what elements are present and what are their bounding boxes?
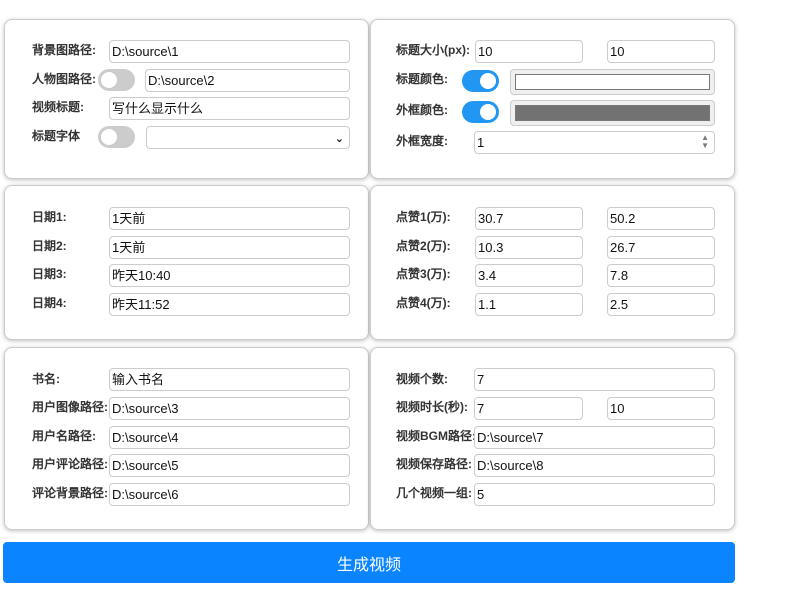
date-label: 日期3: [32, 267, 67, 281]
border-color-toggle[interactable] [462, 101, 499, 123]
border-color-label: 外框颜色: [396, 103, 448, 117]
video-count-input[interactable]: 7 [474, 368, 715, 391]
date-input[interactable]: 1天前 [109, 236, 350, 259]
border-color-picker[interactable] [510, 100, 715, 126]
date-input[interactable]: 1天前 [109, 207, 350, 230]
book-name-label: 书名: [32, 372, 60, 386]
likes-max-input[interactable]: 2.5 [607, 293, 715, 316]
video-title-label: 视频标题: [32, 100, 84, 114]
book-name-input[interactable]: 输入书名 [109, 368, 350, 391]
save-path-input[interactable]: D:\source\8 [474, 454, 715, 477]
title-font-toggle[interactable] [98, 126, 135, 148]
spinner-icon[interactable]: ▲ ▼ [701, 134, 709, 150]
avatar-path-label: 用户图像路径: [32, 400, 108, 414]
username-path-input[interactable]: D:\source\4 [109, 426, 350, 449]
likes-label: 点赞2(万): [396, 239, 451, 253]
bgm-path-input[interactable]: D:\source\7 [474, 426, 715, 449]
likes-label: 点赞1(万): [396, 210, 451, 224]
title-color-swatch [515, 74, 710, 90]
bg-path-input[interactable]: D:\source\1 [109, 40, 350, 63]
likes-max-input[interactable]: 50.2 [607, 207, 715, 230]
video-duration-label: 视频时长(秒): [396, 400, 468, 414]
likes-min-input[interactable]: 3.4 [475, 264, 583, 287]
border-width-value: 1 [477, 135, 485, 150]
date-input[interactable]: 昨天10:40 [109, 264, 350, 287]
title-color-picker[interactable] [510, 69, 715, 95]
avatar-path-input[interactable]: D:\source\3 [109, 397, 350, 420]
likes-min-input[interactable]: 1.1 [475, 293, 583, 316]
video-duration-min-input[interactable]: 7 [474, 397, 583, 420]
generate-video-button[interactable]: 生成视频 [3, 542, 735, 583]
save-path-label: 视频保存路径: [396, 457, 472, 471]
group-size-label: 几个视频一组: [396, 486, 472, 500]
title-font-select[interactable]: ⌄ [146, 126, 350, 149]
comment-bg-path-label: 评论背景路径: [32, 486, 108, 500]
title-size-input-1[interactable]: 10 [475, 40, 583, 63]
title-size-input-2[interactable]: 10 [607, 40, 715, 63]
date-input[interactable]: 昨天11:52 [109, 293, 350, 316]
bgm-path-label: 视频BGM路径: [396, 429, 476, 443]
group-size-input[interactable]: 5 [474, 483, 715, 506]
title-color-toggle[interactable] [462, 70, 499, 92]
comment-path-label: 用户评论路径: [32, 457, 108, 471]
comment-bg-path-input[interactable]: D:\source\6 [109, 483, 350, 506]
border-width-label: 外框宽度: [396, 134, 448, 148]
date-label: 日期2: [32, 239, 67, 253]
person-path-toggle[interactable] [98, 69, 135, 91]
title-font-label: 标题字体 [32, 129, 81, 143]
video-count-label: 视频个数: [396, 372, 448, 386]
panel-book: 书名: 输入书名 用户图像路径: D:\source\3 用户名路径: D:\s… [4, 347, 369, 530]
panel-video: 视频个数: 7 视频时长(秒): 7 10 视频BGM路径: D:\source… [370, 347, 735, 530]
username-path-label: 用户名路径: [32, 429, 96, 443]
person-path-input[interactable]: D:\source\2 [145, 69, 350, 92]
video-duration-max-input[interactable]: 10 [607, 397, 715, 420]
bg-path-label: 背景图路径: [32, 43, 96, 57]
likes-label: 点赞3(万): [396, 267, 451, 281]
chevron-down-icon: ⌄ [334, 133, 344, 145]
panel-paths: 背景图路径: D:\source\1 人物图路径: D:\source\2 视频… [4, 19, 369, 179]
date-label: 日期1: [32, 210, 67, 224]
comment-path-input[interactable]: D:\source\5 [109, 454, 350, 477]
likes-min-input[interactable]: 10.3 [475, 236, 583, 259]
panel-dates: 日期1: 1天前 日期2: 1天前 日期3: 昨天10:40 日期4: 昨天11… [4, 185, 369, 340]
likes-min-input[interactable]: 30.7 [475, 207, 583, 230]
likes-max-input[interactable]: 7.8 [607, 264, 715, 287]
video-title-input[interactable]: 写什么显示什么 [109, 97, 350, 120]
date-label: 日期4: [32, 296, 67, 310]
person-path-label: 人物图路径: [32, 72, 96, 86]
title-color-label: 标题颜色: [396, 72, 448, 86]
likes-max-input[interactable]: 26.7 [607, 236, 715, 259]
border-width-input[interactable]: 1 ▲ ▼ [474, 131, 715, 154]
panel-likes: 点赞1(万): 30.7 50.2 点赞2(万): 10.3 26.7 点赞3(… [370, 185, 735, 340]
border-color-swatch [515, 105, 710, 121]
panel-title-style: 标题大小(px): 10 10 标题颜色: 外框颜色: 外框宽度: 1 ▲ ▼ [370, 19, 735, 179]
likes-label: 点赞4(万): [396, 296, 451, 310]
title-size-label: 标题大小(px): [396, 43, 470, 57]
